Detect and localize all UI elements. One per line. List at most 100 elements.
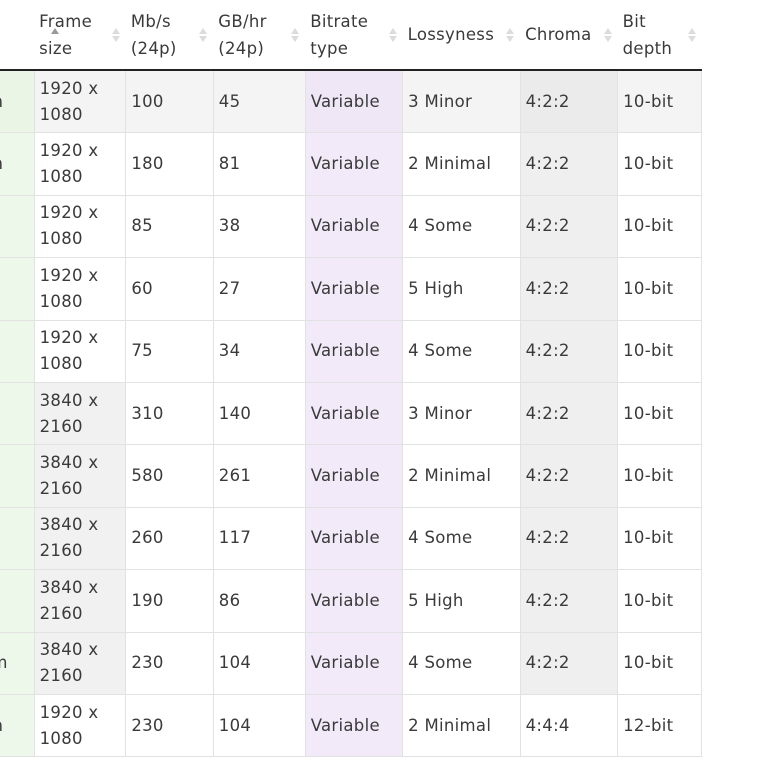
mbs-cell: 75 [125, 319, 214, 383]
frame-size-cell: 3840 x 2160 [33, 569, 127, 633]
chroma-cell: 4:2:2 [519, 69, 619, 134]
bit-depth-cell: 10-bit [617, 381, 702, 446]
bit-depth-cell: 10-bit [617, 132, 702, 196]
format-name-cell: Film [0, 381, 35, 446]
table-row[interactable]: m Scan1920 x 108010045Variable3 Minor4:2… [0, 69, 702, 134]
sort-down-arrow-icon [506, 35, 515, 42]
bit-depth-cell: 10-bit [617, 444, 702, 508]
mbs-cell: 260 [125, 506, 214, 571]
sort-up-arrow-icon [199, 27, 208, 34]
format-name-cell: m Scan [0, 69, 35, 134]
sort-up-arrow-icon [603, 27, 612, 34]
frame-size-cell: 3840 x 2160 [33, 506, 127, 571]
table-row[interactable]: Film3840 x 2160580261Variable2 Minimal4:… [0, 444, 702, 508]
gbhr-cell: 117 [212, 506, 306, 571]
sort-down-arrow-icon [199, 35, 208, 42]
column-header-chroma[interactable]: Chroma [520, 0, 618, 71]
chroma-cell: 4:4:4 [519, 693, 619, 758]
bitrate-type-cell: Variable [304, 319, 404, 383]
mbs-cell: 100 [125, 69, 214, 134]
frame-size-cell: 3840 x 2160 [33, 631, 127, 695]
chroma-cell: 4:2:2 [519, 194, 619, 259]
table-row[interactable]: edium1920 x 10807534Variable4 Some4:2:21… [0, 319, 702, 383]
sort-icon[interactable] [603, 27, 612, 43]
column-header-name[interactable] [0, 0, 59, 71]
chroma-cell: 4:2:2 [519, 319, 619, 383]
bit-depth-cell: 12-bit [617, 693, 702, 758]
table-header: Frame size Mb/s (24p) GB/hr (24p) Bitrate t… [0, 0, 702, 71]
sort-down-arrow-icon [687, 35, 696, 42]
table-row[interactable]: m Scan1920 x 108018081Variable2 Minimal4… [0, 132, 702, 196]
bit-depth-cell: 10-bit [617, 69, 702, 134]
mbs-cell: 580 [125, 444, 214, 508]
column-header-bit-depth[interactable]: Bit depth [617, 0, 702, 71]
frame-size-cell: 1920 x 1080 [33, 132, 127, 196]
column-header-label: Lossyness [407, 25, 495, 44]
lossyness-cell: 3 Minor [402, 69, 521, 134]
chroma-cell: 4:2:2 [519, 132, 619, 196]
lossyness-cell: 2 Minimal [402, 132, 521, 196]
sort-icon[interactable] [388, 27, 397, 43]
lossyness-cell: 3 Minor [402, 381, 521, 446]
mbs-cell: 190 [125, 569, 214, 633]
gbhr-cell: 45 [212, 69, 306, 134]
table-row[interactable]: High3840 x 2160260117Variable4 Some4:2:2… [0, 506, 702, 571]
format-name-cell: edium [0, 319, 35, 383]
bitrate-type-cell: Variable [304, 569, 404, 633]
table-body: m Scan1920 x 108010045Variable3 Minor4:2… [0, 69, 702, 758]
bit-depth-cell: 10-bit [617, 257, 702, 321]
chroma-cell: 4:2:2 [519, 506, 619, 571]
column-header-gbhr-24p[interactable]: GB/hr (24p) [213, 0, 306, 71]
codec-table: Frame size Mb/s (24p) GB/hr (24p) Bitrate t… [0, 0, 702, 758]
sort-icon[interactable] [199, 27, 208, 43]
bitrate-type-cell: Variable [304, 132, 404, 196]
sort-icon[interactable] [291, 27, 300, 43]
mbs-cell: 180 [125, 132, 214, 196]
bit-depth-cell: 10-bit [617, 506, 702, 571]
column-header-bitrate-type[interactable]: Bitrate type [305, 0, 403, 71]
sort-up-arrow-icon [291, 27, 300, 34]
gbhr-cell: 261 [212, 444, 306, 508]
column-header-lossyness[interactable]: Lossyness [402, 0, 521, 71]
chroma-cell: 4:2:2 [519, 569, 619, 633]
table-row[interactable]: Low3840 x 216019086Variable5 High4:2:210… [0, 569, 702, 633]
table-row[interactable]: Film3840 x 2160310140Variable3 Minor4:2:… [0, 381, 702, 446]
lossyness-cell: 4 Some [402, 319, 521, 383]
gbhr-cell: 86 [212, 569, 306, 633]
mbs-cell: 310 [125, 381, 214, 446]
table-row[interactable]: m Scan1920 x 1080230104Variable2 Minimal… [0, 693, 702, 758]
column-header-label: GB/hr (24p) [218, 11, 267, 58]
table-row[interactable]: Medium3840 x 2160230104Variable4 Some4:2… [0, 631, 702, 695]
gbhr-cell: 34 [212, 319, 306, 383]
bitrate-type-cell: Variable [304, 693, 404, 758]
bitrate-type-cell: Variable [304, 69, 404, 134]
format-name-cell: Medium [0, 631, 35, 695]
sort-down-arrow-icon [291, 35, 300, 42]
sort-up-arrow-icon [687, 27, 696, 34]
format-name-cell: gh [0, 194, 35, 259]
chroma-cell: 4:2:2 [519, 257, 619, 321]
format-name-cell: High [0, 506, 35, 571]
sort-up-arrow-icon [388, 27, 397, 34]
sort-icon[interactable] [687, 27, 696, 43]
sort-down-arrow-icon [111, 35, 120, 42]
column-header-label: Chroma [525, 25, 592, 44]
column-header-frame-size[interactable]: Frame size [34, 0, 126, 71]
bit-depth-cell: 10-bit [617, 319, 702, 383]
gbhr-cell: 104 [212, 631, 306, 695]
lossyness-cell: 2 Minimal [402, 693, 521, 758]
sort-down-arrow-icon [388, 35, 397, 42]
table-row[interactable]: gh1920 x 10808538Variable4 Some4:2:210-b… [0, 194, 702, 259]
sort-up-arrow-icon [111, 27, 120, 34]
sort-icon[interactable] [111, 27, 120, 43]
mbs-cell: 230 [125, 631, 214, 695]
format-name-cell: m Scan [0, 693, 35, 758]
column-header-mbs-24p[interactable]: Mb/s (24p) [125, 0, 214, 71]
frame-size-cell: 1920 x 1080 [33, 257, 127, 321]
lossyness-cell: 4 Some [402, 506, 521, 571]
bit-depth-cell: 10-bit [617, 631, 702, 695]
lossyness-cell: 2 Minimal [402, 444, 521, 508]
table-row[interactable]: ow1920 x 10806027Variable5 High4:2:210-b… [0, 257, 702, 321]
sort-icon[interactable] [506, 27, 515, 43]
gbhr-cell: 27 [212, 257, 306, 321]
